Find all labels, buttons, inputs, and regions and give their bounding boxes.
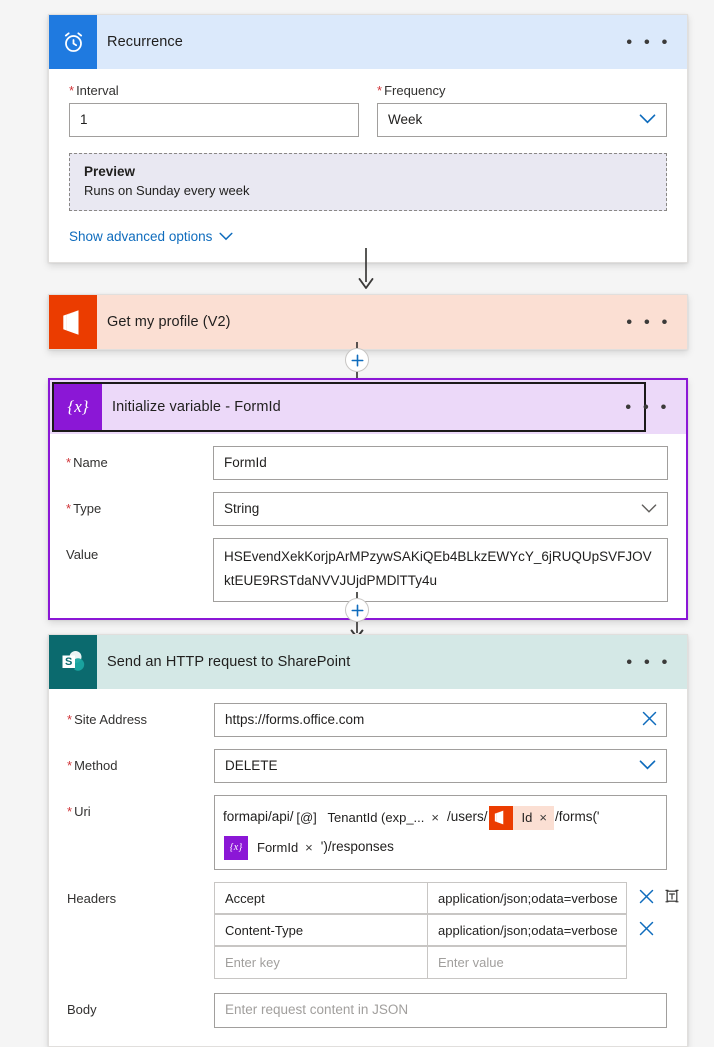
field-row-type: Type String — [66, 492, 668, 527]
card-title-get-my-profile: Get my profile (V2) — [107, 314, 231, 330]
method-select[interactable]: DELETE — [214, 749, 667, 784]
label-site-address: Site Address — [67, 703, 214, 728]
office-365-icon — [488, 805, 513, 830]
label-uri: Uri — [67, 795, 214, 820]
label-type: Type — [66, 492, 213, 517]
card-title-recurrence: Recurrence — [107, 34, 183, 50]
expression-icon: [@] — [296, 809, 317, 825]
connector-initvariable-to-sharepoint — [0, 592, 714, 640]
label-frequency: Frequency — [377, 83, 667, 98]
uri-token-label: TenantId (exp_... — [327, 809, 425, 825]
label-name: Name — [66, 446, 213, 471]
preview-title: Preview — [84, 164, 136, 180]
action-card-sharepoint-http[interactable]: S Send an HTTP request to SharePoint • •… — [48, 634, 688, 1047]
site-address-input[interactable]: https://forms.office.com — [214, 703, 667, 738]
field-frequency: Frequency Week — [377, 83, 667, 138]
table-row: Content-Type application/json;odata=verbo… — [214, 914, 680, 947]
remove-token-icon[interactable]: × — [431, 803, 446, 833]
header-key-input[interactable]: Enter key — [215, 947, 428, 979]
header-value-input[interactable]: application/json;odata=verbose — [428, 915, 628, 945]
table-row: Enter key Enter value — [214, 946, 680, 980]
frequency-select[interactable]: Week — [377, 103, 667, 138]
field-interval: Interval 1 — [69, 83, 359, 138]
card-header-selected-outline: {x} Initialize variable - FormId — [52, 382, 646, 432]
action-card-initialize-variable[interactable]: {x} Initialize variable - FormId • • • N… — [48, 378, 688, 620]
action-card-recurrence[interactable]: Recurrence • • • Interval 1 Frequency We… — [48, 14, 688, 264]
variable-braces-icon: {x} — [54, 384, 102, 430]
header-key-input[interactable]: Content-Type — [215, 915, 428, 946]
alarm-clock-icon — [49, 15, 97, 69]
preview-description: Runs on Sunday every week — [84, 183, 250, 199]
uri-text-segment: formapi/api/ — [223, 809, 294, 825]
delete-header-icon[interactable] — [639, 921, 654, 939]
uri-text-segment: /forms(' — [554, 809, 600, 825]
sharepoint-glyph: S — [62, 651, 85, 671]
label-value: Value — [66, 547, 99, 563]
field-row-uri: Uri formapi/api/[@]TenantId (exp_...×/us… — [67, 795, 667, 871]
interval-input[interactable]: 1 — [69, 103, 359, 138]
card-menu-button-recurrence[interactable]: • • • — [626, 34, 671, 51]
uri-input[interactable]: formapi/api/[@] TenantId (exp_... ×/users/… — [214, 795, 667, 871]
insert-new-step-button[interactable] — [345, 348, 369, 372]
uri-token-label: Id — [521, 809, 533, 825]
field-row-site-address: Site Address https://forms.office.com — [67, 703, 667, 738]
card-menu-button-sharepoint[interactable]: • • • — [626, 654, 671, 671]
uri-text-segment: ')/responses — [320, 839, 394, 855]
arrow-down-icon — [358, 248, 374, 289]
uri-token-chip[interactable]: Id × — [488, 803, 554, 833]
uri-text-segment: /users/ — [446, 809, 488, 825]
card-menu-button-get-my-profile[interactable]: • • • — [626, 314, 671, 331]
uri-token-chip[interactable]: [@] TenantId (exp_... × — [295, 806, 446, 830]
label-interval: Interval — [69, 83, 359, 98]
flow-designer-canvas: Recurrence • • • Interval 1 Frequency We… — [0, 0, 714, 1047]
svg-text:S: S — [65, 656, 72, 668]
field-row-name: Name FormId — [66, 446, 668, 481]
switch-to-text-mode-icon[interactable] — [664, 888, 680, 907]
card-body-sharepoint: Site Address https://forms.office.com Me… — [49, 689, 687, 1046]
recurrence-preview-box: Preview Runs on Sunday every week — [69, 153, 667, 212]
field-row-method: Method DELETE — [67, 749, 667, 784]
header-value-input[interactable]: Enter value — [428, 947, 626, 978]
card-menu-button-initialize-variable[interactable]: • • • — [625, 399, 670, 416]
card-body-initialize-variable: Name FormId Type String Value HSEvendXek… — [50, 434, 686, 618]
variable-braces-glyph: {x} — [67, 397, 89, 416]
card-header-get-my-profile[interactable]: Get my profile (V2) • • • — [49, 295, 687, 349]
plus-icon — [351, 354, 363, 366]
office-365-icon — [49, 295, 97, 349]
variable-name-input[interactable]: FormId — [213, 446, 668, 481]
card-header-sharepoint[interactable]: S Send an HTTP request to SharePoint • •… — [49, 635, 687, 689]
show-advanced-options-label: Show advanced options — [69, 229, 213, 245]
insert-new-step-button[interactable] — [345, 598, 369, 622]
label-body: Body — [67, 1002, 97, 1018]
show-advanced-options-button[interactable]: Show advanced options — [69, 229, 233, 244]
header-value-input[interactable]: application/json;odata=verbose — [428, 883, 628, 913]
label-headers: Headers — [67, 891, 117, 907]
variable-type-select[interactable]: String — [213, 492, 668, 527]
sharepoint-icon: S — [49, 635, 97, 689]
office-365-glyph — [62, 309, 78, 335]
card-header-recurrence[interactable]: Recurrence • • • — [49, 15, 687, 69]
card-header-initialize-variable[interactable]: {x} Initialize variable - FormId • • • — [50, 380, 686, 434]
uri-token-chip[interactable]: {x} FormId × — [224, 833, 320, 863]
card-title-initialize-variable: Initialize variable - FormId — [112, 399, 281, 415]
header-key-input[interactable]: Accept — [215, 883, 428, 914]
uri-token-label: FormId — [257, 839, 299, 855]
remove-token-icon[interactable]: × — [539, 803, 554, 833]
delete-header-icon[interactable] — [639, 889, 654, 907]
field-row-headers: Headers Accept application/json;odata=ver… — [67, 882, 679, 980]
chevron-down-icon — [219, 232, 233, 241]
clear-icon[interactable] — [642, 711, 657, 729]
plus-icon — [351, 604, 363, 616]
headers-table: Accept application/json;odata=verbose Cont… — [214, 882, 680, 980]
label-method: Method — [67, 749, 214, 774]
card-body-recurrence: Interval 1 Frequency Week Previ — [49, 69, 687, 262]
remove-token-icon[interactable]: × — [305, 833, 320, 863]
table-row: Accept application/json;odata=verbose — [214, 882, 680, 915]
card-title-sharepoint: Send an HTTP request to SharePoint — [107, 654, 351, 670]
variable-braces-icon: {x} — [224, 835, 248, 860]
connector-recurrence-to-profile — [0, 248, 714, 297]
